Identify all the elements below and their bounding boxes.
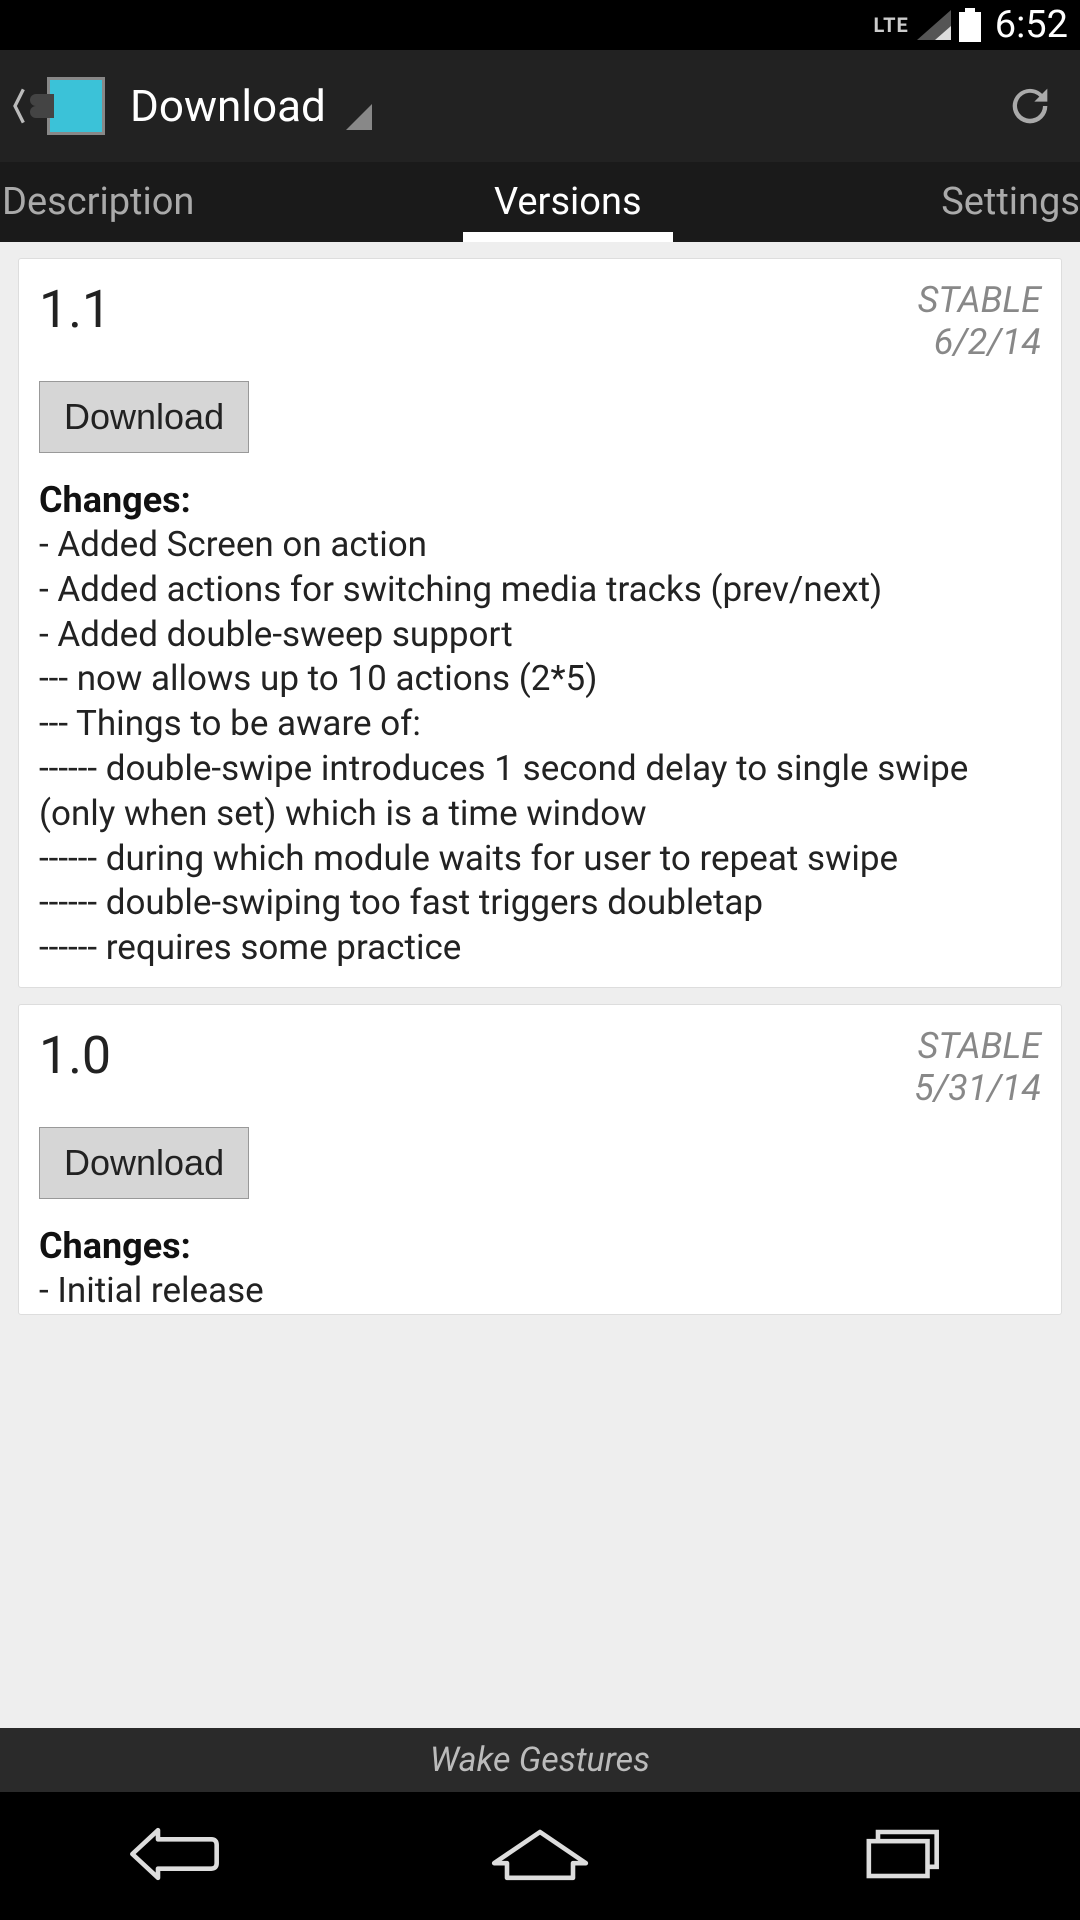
nav-recent-button[interactable]: [845, 1824, 955, 1888]
network-type-label: LTE: [873, 13, 908, 37]
tab-label: Description: [2, 180, 194, 224]
clock: 6:52: [995, 3, 1068, 47]
action-bar-title-dropdown[interactable]: Download: [130, 80, 990, 132]
version-card: 1.0 STABLE 5/31/14 Download Changes: - I…: [18, 1004, 1062, 1315]
download-button[interactable]: Download: [39, 1127, 249, 1199]
version-number: 1.1: [39, 279, 111, 340]
battery-icon: [959, 8, 981, 42]
tab-label: Versions: [494, 180, 642, 224]
tab-bar: Description Versions Settings: [0, 162, 1080, 242]
download-button[interactable]: Download: [39, 381, 249, 453]
system-nav-bar: [0, 1792, 1080, 1920]
dropdown-indicator-icon: [346, 104, 372, 130]
home-icon: [485, 1824, 595, 1884]
module-name-footer: Wake Gestures: [0, 1728, 1080, 1792]
recent-apps-icon: [845, 1824, 955, 1884]
version-date: 6/2/14: [918, 321, 1041, 363]
versions-list[interactable]: 1.1 STABLE 6/2/14 Download Changes: - Ad…: [0, 242, 1080, 1728]
action-bar: Download: [0, 50, 1080, 162]
version-number: 1.0: [39, 1025, 111, 1086]
nav-back-button[interactable]: [125, 1824, 235, 1888]
tab-settings[interactable]: Settings: [939, 162, 1080, 242]
back-icon: [125, 1824, 235, 1884]
version-date: 5/31/14: [914, 1067, 1041, 1109]
app-icon[interactable]: [40, 70, 112, 142]
status-bar: LTE 6:52: [0, 0, 1080, 50]
tab-description[interactable]: Description: [0, 162, 196, 242]
signal-icon: [917, 10, 951, 40]
version-card: 1.1 STABLE 6/2/14 Download Changes: - Ad…: [18, 258, 1062, 988]
back-icon[interactable]: [0, 84, 36, 128]
status-badge: STABLE: [914, 1025, 1041, 1067]
tab-versions[interactable]: Versions: [492, 162, 644, 242]
tab-label: Settings: [941, 180, 1080, 224]
changes-heading: Changes:: [39, 1225, 1041, 1267]
nav-home-button[interactable]: [485, 1824, 595, 1888]
refresh-icon: [1004, 80, 1056, 132]
changes-body: - Added Screen on action - Added actions…: [39, 523, 1041, 971]
changes-heading: Changes:: [39, 479, 1041, 521]
page-title: Download: [130, 80, 326, 132]
changes-body: - Initial release: [39, 1269, 1041, 1314]
status-badge: STABLE: [918, 279, 1041, 321]
refresh-button[interactable]: [990, 66, 1070, 146]
